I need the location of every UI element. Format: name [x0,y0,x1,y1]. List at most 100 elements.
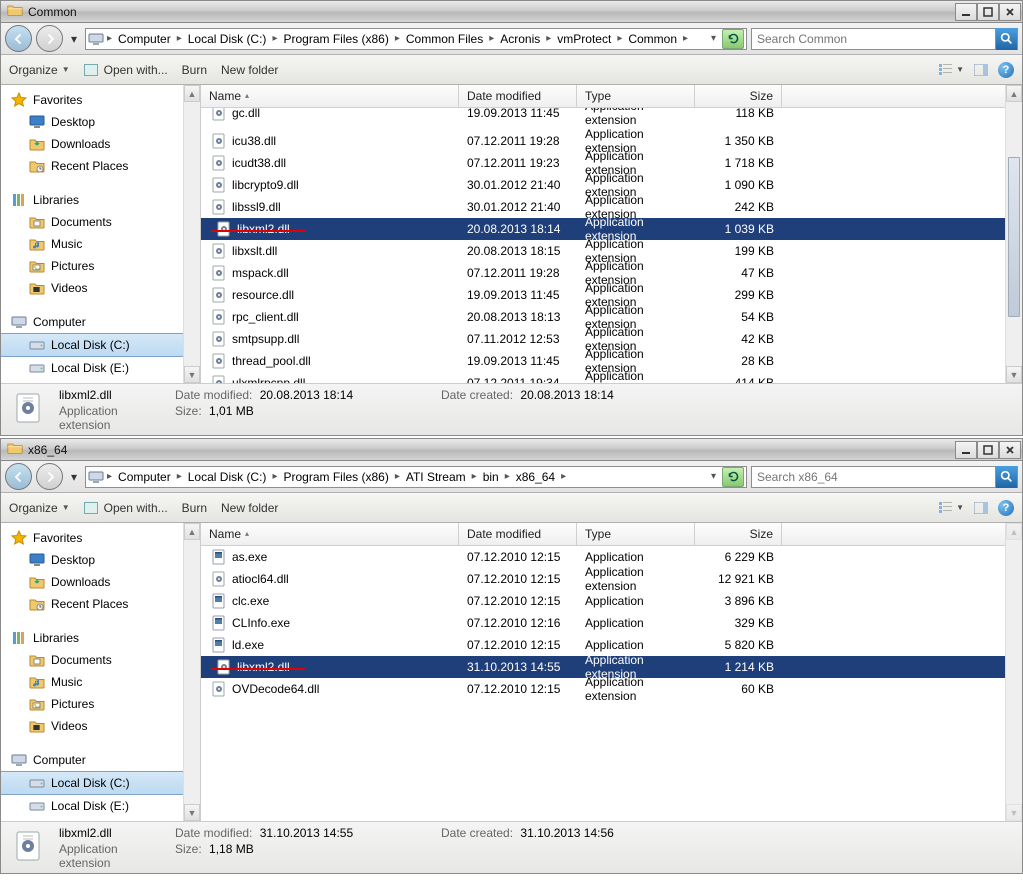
sidebar-item-favorites[interactable]: Desktop [1,111,200,133]
sidebar-scrollbar[interactable]: ▲▼ [183,85,200,383]
breadcrumb-segment[interactable]: Program Files (x86) [280,32,391,46]
sidebar-item-drive[interactable]: Local Disk (C:) [1,771,200,795]
sidebar-group-libraries[interactable]: Libraries [1,189,200,211]
search-box[interactable] [751,466,1018,488]
close-button[interactable] [999,3,1021,21]
chevron-right-icon[interactable]: ▸ [469,471,480,482]
preview-pane-button[interactable] [974,502,988,514]
newfolder-button[interactable]: New folder [221,501,278,515]
organize-button[interactable]: Organize▼ [9,63,70,77]
sidebar-group-libraries[interactable]: Libraries [1,627,200,649]
search-button[interactable] [995,466,1017,488]
sidebar-group-favorites[interactable]: Favorites [1,89,200,111]
minimize-button[interactable] [955,441,977,459]
organize-button[interactable]: Organize▼ [9,501,70,515]
sidebar-item-libraries[interactable]: Music [1,671,200,693]
refresh-button[interactable] [722,29,744,49]
column-header-size[interactable]: Size [695,523,782,545]
openwith-button[interactable]: Open with... [84,63,168,77]
breadcrumb-segment[interactable]: vmProtect [554,32,614,46]
chevron-right-icon[interactable]: ▸ [502,471,513,482]
breadcrumb[interactable]: ▸Computer▸Local Disk (C:)▸Program Files … [85,466,747,488]
column-header-size[interactable]: Size [695,85,782,107]
breadcrumb-segment[interactable]: Program Files (x86) [280,470,391,484]
scrollbar-thumb[interactable] [1008,157,1020,317]
sidebar-group-computer[interactable]: Computer [1,311,200,333]
help-button[interactable]: ? [998,500,1014,516]
maximize-button[interactable] [977,3,999,21]
chevron-down-icon[interactable]: ▾ [707,33,720,44]
openwith-button[interactable]: Open with... [84,501,168,515]
help-button[interactable]: ? [998,62,1014,78]
scroll-down-icon[interactable]: ▼ [1006,366,1022,383]
sidebar-item-libraries[interactable]: Videos [1,715,200,737]
close-button[interactable] [999,441,1021,459]
file-row[interactable]: gc.dll19.09.2013 11:45Application extens… [201,108,1022,130]
scroll-up-icon[interactable]: ▲ [184,523,200,540]
chevron-right-icon[interactable]: ▸ [392,471,403,482]
chevron-right-icon[interactable]: ▸ [269,33,280,44]
search-box[interactable] [751,28,1018,50]
column-header-name[interactable]: Name▴ [201,523,459,545]
minimize-button[interactable] [955,3,977,21]
burn-button[interactable]: Burn [182,63,207,77]
sidebar-scrollbar[interactable]: ▲▼ [183,523,200,821]
preview-pane-button[interactable] [974,64,988,76]
scroll-up-icon[interactable]: ▲ [184,85,200,102]
column-header-type[interactable]: Type [577,85,695,107]
breadcrumb-segment[interactable]: Local Disk (C:) [185,32,270,46]
sidebar-item-libraries[interactable]: Music [1,233,200,255]
chevron-right-icon[interactable]: ▸ [104,33,115,44]
titlebar[interactable]: Common [1,1,1022,23]
nav-back-button[interactable] [5,463,32,490]
sidebar-item-favorites[interactable]: Recent Places [1,593,200,615]
nav-history-dropdown[interactable]: ▾ [67,32,81,46]
sidebar-item-drive[interactable]: Local Disk (E:) [1,357,200,379]
chevron-right-icon[interactable]: ▸ [174,471,185,482]
sidebar-item-favorites[interactable]: Downloads [1,571,200,593]
titlebar[interactable]: x86_64 [1,439,1022,461]
scroll-down-icon[interactable]: ▼ [184,804,200,821]
sidebar-item-libraries[interactable]: Videos [1,277,200,299]
chevron-right-icon[interactable]: ▸ [543,33,554,44]
column-header-type[interactable]: Type [577,523,695,545]
sidebar-group-computer[interactable]: Computer [1,749,200,771]
nav-history-dropdown[interactable]: ▾ [67,470,81,484]
column-header-date[interactable]: Date modified [459,523,577,545]
search-button[interactable] [995,28,1017,50]
breadcrumb-segment[interactable]: Computer [115,32,174,46]
burn-button[interactable]: Burn [182,501,207,515]
sidebar-item-libraries[interactable]: Documents [1,211,200,233]
sidebar-group-favorites[interactable]: Favorites [1,527,200,549]
nav-forward-button[interactable] [36,25,63,52]
breadcrumb-segment[interactable]: Common [625,32,680,46]
breadcrumb-root-icon[interactable] [88,31,104,47]
nav-back-button[interactable] [5,25,32,52]
scroll-down-icon[interactable]: ▼ [184,366,200,383]
column-header-blank[interactable] [782,85,1022,107]
chevron-down-icon[interactable]: ▾ [707,471,720,482]
breadcrumb-segment[interactable]: Computer [115,470,174,484]
breadcrumb-segment[interactable]: x86_64 [513,470,558,484]
chevron-right-icon[interactable]: ▸ [392,33,403,44]
breadcrumb-segment[interactable]: Local Disk (C:) [185,470,270,484]
chevron-right-icon[interactable]: ▸ [680,33,691,44]
chevron-right-icon[interactable]: ▸ [614,33,625,44]
breadcrumb-segment[interactable]: Common Files [403,32,486,46]
sidebar-item-drive[interactable]: Local Disk (C:) [1,333,200,357]
newfolder-button[interactable]: New folder [221,63,278,77]
file-row[interactable]: ulxmlrpcpp.dll07.12.2011 19:34Applicatio… [201,372,1022,383]
search-input[interactable] [752,32,995,46]
column-header-blank[interactable] [782,523,1022,545]
sidebar-item-libraries[interactable]: Documents [1,649,200,671]
sidebar-item-favorites[interactable]: Downloads [1,133,200,155]
search-input[interactable] [752,470,995,484]
file-row[interactable]: OVDecode64.dll07.12.2010 12:15Applicatio… [201,678,1022,700]
breadcrumb-root-icon[interactable] [88,469,104,485]
breadcrumb-segment[interactable]: ATI Stream [403,470,469,484]
chevron-right-icon[interactable]: ▸ [104,471,115,482]
column-header-name[interactable]: Name▴ [201,85,459,107]
sidebar-item-favorites[interactable]: Recent Places [1,155,200,177]
breadcrumb-segment[interactable]: bin [480,470,502,484]
maximize-button[interactable] [977,441,999,459]
